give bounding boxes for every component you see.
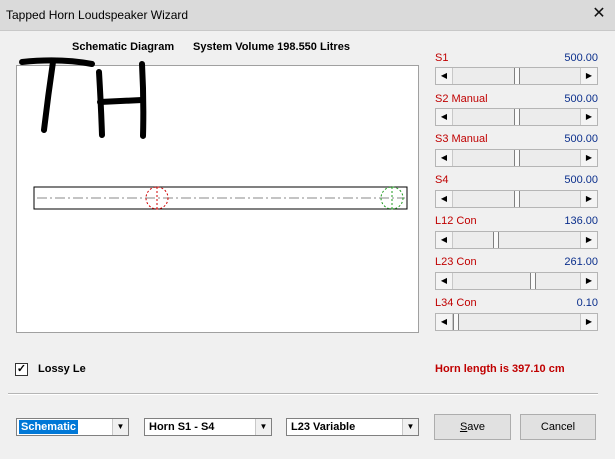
- param-value-l23: 261.00: [564, 256, 598, 268]
- lossy-label: Lossy Le: [38, 363, 86, 375]
- divider: [8, 393, 598, 395]
- param-label-l34: L34 Con: [435, 297, 477, 309]
- view-dropdown-value: Schematic: [19, 420, 79, 434]
- scroll-left-icon[interactable]: ◀: [436, 191, 453, 207]
- param-label-s3: S3 Manual: [435, 133, 488, 145]
- scroll-left-icon[interactable]: ◀: [436, 150, 453, 166]
- save-button[interactable]: Save: [434, 414, 511, 440]
- param-value-l34: 0.10: [576, 297, 598, 309]
- slider-s1[interactable]: ◀ ▶: [435, 67, 598, 85]
- system-volume-label: System Volume 198.550 Litres: [193, 41, 350, 53]
- scroll-left-icon[interactable]: ◀: [436, 109, 453, 125]
- slider-thumb[interactable]: [492, 232, 499, 248]
- slider-thumb[interactable]: [513, 109, 520, 125]
- chevron-down-icon[interactable]: ▼: [255, 419, 271, 435]
- horn-schematic: [33, 186, 408, 210]
- param-value-l12: 136.00: [564, 215, 598, 227]
- slider-s2[interactable]: ◀ ▶: [435, 108, 598, 126]
- param-value-s1: 500.00: [564, 52, 598, 64]
- slider-thumb[interactable]: [530, 273, 537, 289]
- slider-thumb[interactable]: [513, 68, 520, 84]
- param-value-s2: 500.00: [564, 93, 598, 105]
- section-dropdown[interactable]: Horn S1 - S4 ▼: [144, 418, 272, 436]
- view-dropdown[interactable]: Schematic ▼: [16, 418, 129, 436]
- param-label-s1: S1: [435, 52, 449, 64]
- slider-l34[interactable]: ◀ ▶: [435, 313, 598, 331]
- schematic-diagram-label: Schematic Diagram: [72, 41, 175, 53]
- slider-s4[interactable]: ◀ ▶: [435, 190, 598, 208]
- title-bar: Tapped Horn Loudspeaker Wizard ✕: [0, 0, 615, 31]
- chevron-down-icon[interactable]: ▼: [112, 419, 128, 435]
- scroll-left-icon[interactable]: ◀: [436, 232, 453, 248]
- param-value-s4: 500.00: [564, 174, 598, 186]
- variable-dropdown-value: L23 Variable: [291, 421, 356, 433]
- slider-l23[interactable]: ◀ ▶: [435, 272, 598, 290]
- slider-thumb[interactable]: [513, 191, 520, 207]
- param-label-l12: L12 Con: [435, 215, 477, 227]
- chevron-down-icon[interactable]: ▼: [402, 419, 418, 435]
- scroll-right-icon[interactable]: ▶: [580, 314, 597, 330]
- scroll-left-icon[interactable]: ◀: [436, 68, 453, 84]
- variable-dropdown[interactable]: L23 Variable ▼: [286, 418, 419, 436]
- slider-s3[interactable]: ◀ ▶: [435, 149, 598, 167]
- scroll-left-icon[interactable]: ◀: [436, 273, 453, 289]
- scroll-right-icon[interactable]: ▶: [580, 273, 597, 289]
- scroll-right-icon[interactable]: ▶: [580, 232, 597, 248]
- cancel-button[interactable]: Cancel: [520, 414, 596, 440]
- lossy-checkbox[interactable]: ✓: [15, 363, 28, 376]
- param-label-s2: S2 Manual: [435, 93, 488, 105]
- save-button-label: ave: [467, 421, 486, 433]
- param-label-s4: S4: [435, 174, 449, 186]
- param-label-l23: L23 Con: [435, 256, 477, 268]
- param-value-s3: 500.00: [564, 133, 598, 145]
- slider-thumb[interactable]: [453, 314, 459, 330]
- slider-l12[interactable]: ◀ ▶: [435, 231, 598, 249]
- scroll-left-icon[interactable]: ◀: [436, 314, 453, 330]
- window-title: Tapped Horn Loudspeaker Wizard: [6, 8, 189, 22]
- horn-length-readout: Horn length is 397.10 cm: [435, 363, 565, 375]
- scroll-right-icon[interactable]: ▶: [580, 109, 597, 125]
- scroll-right-icon[interactable]: ▶: [580, 150, 597, 166]
- slider-thumb[interactable]: [513, 150, 520, 166]
- scroll-right-icon[interactable]: ▶: [580, 68, 597, 84]
- schematic-canvas: [16, 65, 419, 333]
- close-icon[interactable]: ✕: [589, 4, 609, 24]
- section-dropdown-value: Horn S1 - S4: [149, 421, 215, 433]
- scroll-right-icon[interactable]: ▶: [580, 191, 597, 207]
